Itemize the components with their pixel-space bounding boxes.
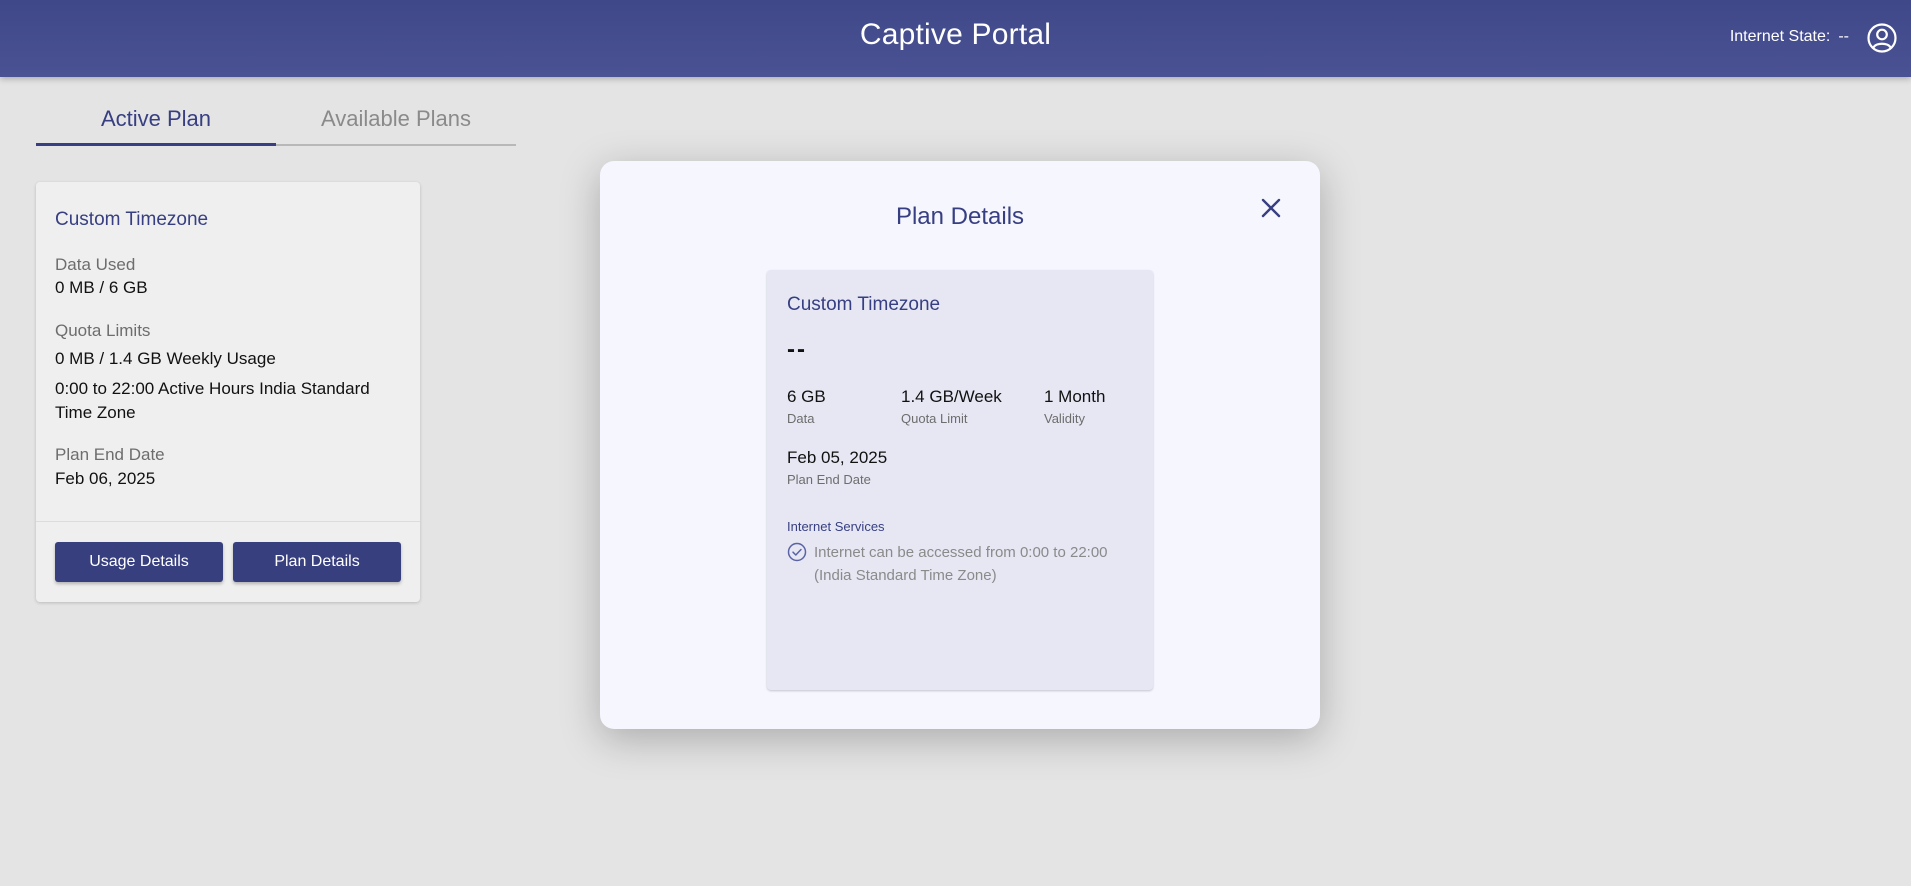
- check-circle-icon: [787, 542, 807, 562]
- internet-state-label: Internet State:: [1729, 28, 1831, 45]
- internet-services-heading: Internet Services: [787, 519, 885, 534]
- quota-weekly-value: 0 MB / 1.4 GB Weekly Usage: [55, 349, 276, 368]
- plan-end-value: Feb 06, 2025: [55, 469, 156, 488]
- data-used-value: 0 MB / 6 GB: [55, 278, 148, 297]
- plan-detail-card: Custom Timezone -- 6 GB Data 1.4 GB/Week…: [767, 270, 1153, 690]
- quota-hours-value: 0:00 to 22:00 Active Hours India Standar…: [55, 379, 370, 422]
- user-circle-icon[interactable]: [1866, 22, 1898, 54]
- modal-title: Plan Details: [895, 203, 1025, 230]
- quota-stat-value: 1.4 GB/Week: [901, 387, 1002, 406]
- card-divider: [36, 521, 420, 522]
- end-date-stat: Feb 05, 2025 Plan End Date: [787, 448, 887, 487]
- internet-state-value: --: [1838, 28, 1849, 45]
- usage-details-button[interactable]: Usage Details: [55, 542, 223, 582]
- data-used-label: Data Used: [55, 255, 136, 274]
- plan-details-button[interactable]: Plan Details: [233, 542, 401, 582]
- top-bar: Captive Portal Internet State: --: [0, 0, 1911, 77]
- validity-stat-value: 1 Month: [1044, 387, 1106, 406]
- plan-details-modal: Plan Details Custom Timezone -- 6 GB Dat…: [600, 161, 1320, 729]
- tab-active-plan[interactable]: Active Plan: [36, 96, 276, 146]
- plan-name: Custom Timezone: [55, 209, 209, 230]
- internet-state: Internet State: --: [1730, 28, 1849, 46]
- close-icon[interactable]: [1258, 195, 1284, 221]
- data-stat: 6 GB Data: [787, 387, 826, 426]
- detail-plan-name: Custom Timezone: [787, 294, 941, 315]
- quota-limits-label: Quota Limits: [55, 321, 151, 340]
- plan-price: --: [787, 336, 807, 363]
- end-date-value: Feb 05, 2025: [787, 448, 888, 467]
- app-title: Captive Portal: [859, 18, 1052, 51]
- internet-services-text: Internet can be accessed from 0:00 to 22…: [814, 544, 1108, 584]
- active-plan-card: Custom Timezone Data Used 0 MB / 6 GB Qu…: [36, 182, 420, 602]
- quota-stat-label: Quota Limit: [901, 411, 968, 426]
- plan-end-label: Plan End Date: [55, 445, 165, 464]
- validity-stat-label: Validity: [1044, 411, 1085, 426]
- internet-services-note: Internet can be accessed from 0:00 to 22…: [787, 541, 1137, 587]
- plan-tabs: Active Plan Available Plans: [36, 96, 516, 146]
- data-stat-label: Data: [787, 411, 815, 426]
- data-stat-value: 6 GB: [787, 387, 826, 406]
- quota-stat: 1.4 GB/Week Quota Limit: [901, 387, 1002, 426]
- end-date-label: Plan End Date: [787, 472, 871, 487]
- tab-available-plans[interactable]: Available Plans: [276, 96, 516, 144]
- validity-stat: 1 Month Validity: [1044, 387, 1105, 426]
